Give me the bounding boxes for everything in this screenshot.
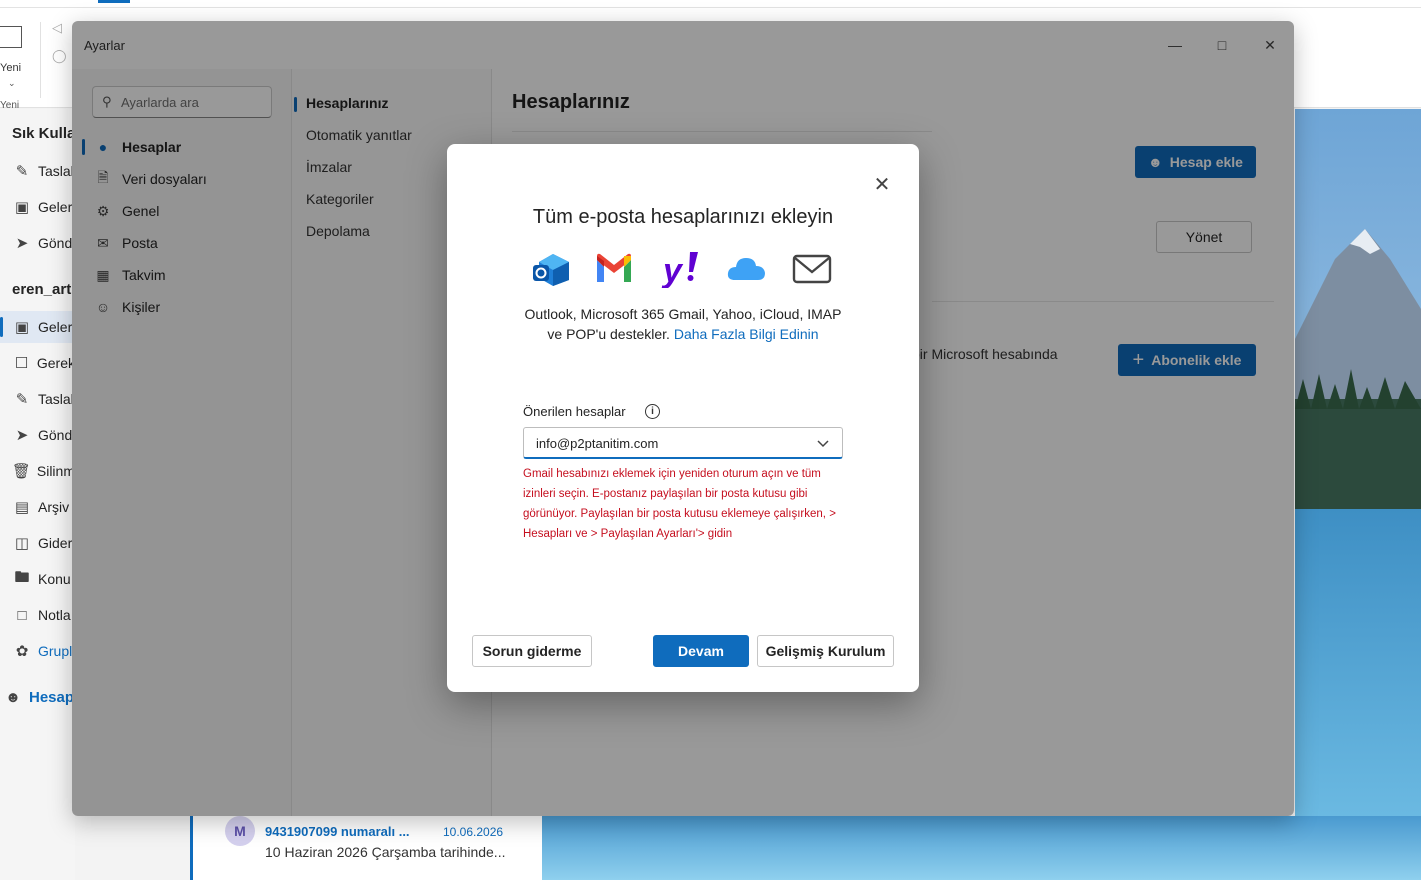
nav-label: Taslal bbox=[38, 391, 74, 407]
ribbon-divider bbox=[40, 22, 41, 98]
message-preview: 10 Haziran 2026 Çarşamba tarihinde... bbox=[265, 844, 506, 860]
folder-inbox[interactable]: ▣ Geler bbox=[0, 311, 75, 343]
add-account-dialog: ✕ Tüm e-posta hesaplarınızı ekleyin y Ou… bbox=[447, 144, 919, 692]
nav-label: Taslal bbox=[38, 163, 74, 179]
selected-account-value: info@p2ptanitim.com bbox=[536, 436, 659, 451]
send-icon: ➤ bbox=[15, 235, 29, 252]
inbox-icon: ▣ bbox=[14, 319, 30, 336]
folder-outbox[interactable]: ◫ Gider bbox=[0, 527, 75, 559]
advanced-setup-button[interactable]: Gelişmiş Kurulum bbox=[757, 635, 894, 667]
avatar: M bbox=[225, 816, 255, 846]
gmail-icon bbox=[597, 253, 631, 282]
new-mail-button[interactable]: Yeni ⌄ Yeni bbox=[0, 18, 36, 111]
close-icon[interactable]: ✕ bbox=[871, 174, 893, 196]
junk-icon: ☐ bbox=[14, 355, 29, 372]
folder-pane: Sık Kulla ✎ Taslal ▣ Geler ➤ Gönd eren_art … bbox=[0, 109, 75, 880]
continue-button[interactable]: Devam bbox=[653, 635, 749, 667]
mute-icon[interactable]: ◁ bbox=[52, 20, 62, 36]
inbox-icon: ▣ bbox=[14, 199, 30, 216]
troubleshoot-button[interactable]: Sorun giderme bbox=[472, 635, 592, 667]
provider-icons: y bbox=[531, 248, 835, 288]
draft-icon: ✎ bbox=[15, 163, 29, 180]
favorite-sent[interactable]: ➤ Gönd bbox=[0, 227, 75, 259]
desktop-wallpaper-lake bbox=[542, 816, 1421, 880]
people-icon[interactable]: ◯ bbox=[52, 48, 67, 64]
folder-drafts[interactable]: ✎ Taslal bbox=[0, 383, 75, 415]
nav-label: Gerek bbox=[36, 355, 75, 371]
folder-sent[interactable]: ➤ Gönd bbox=[0, 419, 75, 451]
archive-icon: ▤ bbox=[14, 499, 30, 516]
folder-notes[interactable]: □ Notla bbox=[0, 599, 75, 631]
generic-mail-icon bbox=[792, 254, 832, 284]
trash-icon: 🗑 bbox=[11, 463, 31, 480]
nav-label: Geler bbox=[38, 199, 73, 215]
message-list-item[interactable]: M 9431907099 numaralı ... 10.06.2026 10 … bbox=[190, 816, 542, 880]
folder-groups[interactable]: ✿ Grupl bbox=[0, 635, 75, 667]
chevron-down-icon bbox=[817, 440, 829, 448]
groups-icon: ✿ bbox=[15, 643, 29, 660]
active-tab-indicator bbox=[98, 0, 130, 3]
favorites-header[interactable]: Sık Kulla bbox=[0, 117, 75, 149]
info-icon[interactable]: i bbox=[645, 404, 660, 419]
send-icon: ➤ bbox=[15, 427, 29, 444]
message-subject: 9431907099 numaralı ... bbox=[265, 824, 410, 839]
nav-label: Hesap bbox=[29, 688, 75, 706]
draft-icon: ✎ bbox=[15, 391, 29, 408]
outlook-icon bbox=[533, 254, 569, 286]
message-date: 10.06.2026 bbox=[443, 825, 504, 839]
nav-label: Grupl bbox=[38, 643, 73, 659]
nav-label: Silinm bbox=[36, 463, 75, 479]
top-strip bbox=[0, 0, 1421, 8]
svg-text:y: y bbox=[661, 252, 684, 288]
error-message: Gmail hesabınızı eklemek için yeniden ot… bbox=[523, 468, 836, 540]
nav-label: Konu: bbox=[38, 571, 75, 587]
favorite-inbox[interactable]: ▣ Geler bbox=[0, 191, 75, 223]
folder-archive[interactable]: ▤ Arşiv bbox=[0, 491, 75, 523]
compose-icon bbox=[0, 26, 22, 48]
folder-conversation[interactable]: 🖿 Konu: bbox=[0, 563, 75, 595]
add-account-link[interactable]: ☻ Hesap bbox=[0, 681, 75, 713]
learn-more-link[interactable]: Daha Fazla Bilgi Edinin bbox=[674, 326, 819, 342]
dialog-description: Outlook, Microsoft 365 Gmail, Yahoo, iCl… bbox=[517, 304, 849, 344]
account-header[interactable]: eren_art bbox=[0, 273, 75, 305]
note-icon: □ bbox=[17, 606, 27, 624]
suggested-accounts-dropdown[interactable]: info@p2ptanitim.com bbox=[523, 427, 843, 459]
desktop-wallpaper bbox=[1295, 109, 1421, 880]
nav-label: Gönd bbox=[38, 235, 73, 251]
folder-junk[interactable]: ☐ Gerek bbox=[0, 347, 75, 379]
nav-label: Gider bbox=[38, 535, 73, 551]
suggested-accounts-label: Önerilen hesaplar bbox=[523, 404, 626, 419]
nav-label: Notla bbox=[38, 607, 71, 623]
nav-label: Geler bbox=[38, 319, 73, 335]
nav-label: Gönd bbox=[38, 427, 73, 443]
dialog-title: Tüm e-posta hesaplarınızı ekleyin bbox=[532, 206, 834, 228]
chevron-down-icon[interactable]: ⌄ bbox=[8, 78, 16, 89]
yahoo-icon: y bbox=[661, 252, 698, 288]
favorite-drafts[interactable]: ✎ Taslal bbox=[0, 155, 75, 187]
outbox-icon: ◫ bbox=[14, 535, 30, 552]
add-person-icon: ☻ bbox=[5, 688, 21, 706]
new-mail-label: Yeni bbox=[0, 62, 22, 74]
folder-icon: 🖿 bbox=[14, 568, 30, 586]
folder-deleted[interactable]: 🗑 Silinm bbox=[0, 455, 75, 487]
icloud-icon bbox=[727, 258, 765, 280]
nav-label: Arşiv bbox=[38, 499, 70, 515]
